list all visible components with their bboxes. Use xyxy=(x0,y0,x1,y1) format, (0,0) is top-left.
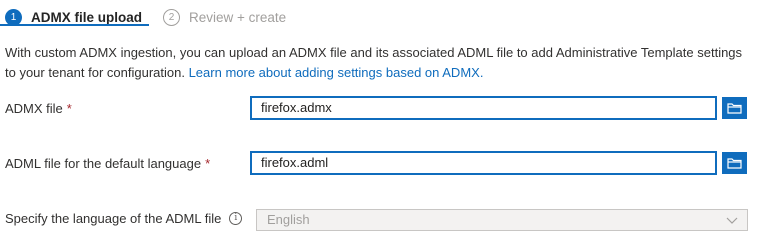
adml-language-row: Specify the language of the ADML file i … xyxy=(5,207,748,231)
step-label-admx-upload: ADMX file upload xyxy=(31,9,142,25)
folder-icon xyxy=(727,103,742,114)
adml-browse-button[interactable] xyxy=(722,152,747,174)
folder-icon xyxy=(727,158,742,169)
admx-browse-button[interactable] xyxy=(722,97,747,119)
required-mark: * xyxy=(66,101,72,116)
info-icon[interactable]: i xyxy=(229,212,243,225)
step-review-create[interactable]: 2 Review + create xyxy=(163,6,286,28)
description: With custom ADMX ingestion, you can uplo… xyxy=(5,43,750,83)
learn-more-link[interactable]: Learn more about adding settings based o… xyxy=(189,65,484,80)
adml-file-input[interactable]: firefox.adml xyxy=(250,151,717,175)
admx-file-row: ADMX file * firefox.admx xyxy=(5,96,747,121)
admx-file-input[interactable]: firefox.admx xyxy=(250,96,717,120)
adml-file-row: ADML file for the default language * fir… xyxy=(5,151,747,176)
adml-file-label: ADML file for the default language * xyxy=(5,156,211,171)
step-number-1: 1 xyxy=(5,8,22,26)
adml-language-select: English xyxy=(256,209,748,231)
step-label-review-create: Review + create xyxy=(189,9,287,25)
chevron-down-icon xyxy=(726,217,738,224)
adml-language-label: Specify the language of the ADML file i xyxy=(5,211,243,226)
admx-file-label: ADMX file * xyxy=(5,101,72,116)
required-mark: * xyxy=(205,156,211,171)
step-number-2: 2 xyxy=(163,8,180,26)
selected-language: English xyxy=(267,212,310,227)
active-step-underline xyxy=(0,24,149,26)
